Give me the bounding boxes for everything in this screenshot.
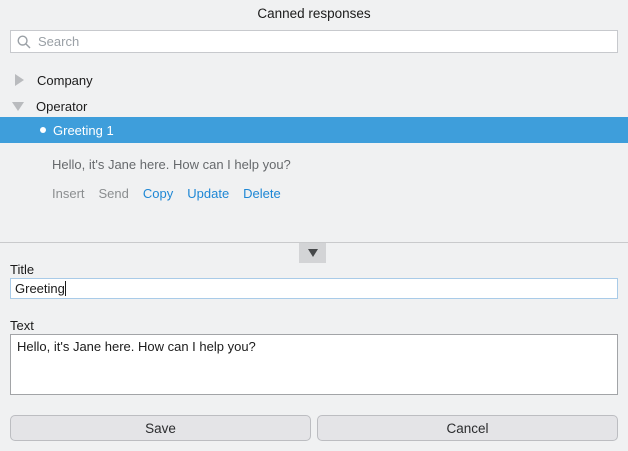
chevron-right-icon[interactable] [15, 74, 24, 86]
title-input[interactable] [10, 278, 618, 299]
canned-response-preview: Hello, it's Jane here. How can I help yo… [52, 157, 291, 172]
bullet-icon [40, 127, 46, 133]
send-button[interactable]: Send [99, 186, 129, 201]
delete-button[interactable]: Delete [243, 186, 281, 201]
search-input[interactable] [38, 34, 611, 49]
tree-group-label: Operator [36, 99, 87, 114]
search-icon [17, 35, 31, 49]
text-textarea[interactable]: Hello, it's Jane here. How can I help yo… [10, 334, 618, 395]
action-links-row: Insert Send Copy Update Delete [52, 186, 281, 201]
page-title: Canned responses [0, 6, 628, 21]
triangle-down-icon [308, 249, 318, 257]
tree-item-greeting-selected[interactable]: Greeting 1 [0, 117, 628, 143]
save-button[interactable]: Save [10, 415, 311, 441]
title-field-label: Title [10, 262, 34, 277]
update-button[interactable]: Update [187, 186, 229, 201]
text-field-label: Text [10, 318, 34, 333]
chevron-down-icon[interactable] [12, 102, 24, 111]
tree-group-operator[interactable]: Operator [0, 94, 628, 118]
tree-group-label: Company [37, 73, 93, 88]
copy-button[interactable]: Copy [143, 186, 173, 201]
cancel-button[interactable]: Cancel [317, 415, 618, 441]
tree-item-label: Greeting 1 [53, 123, 114, 138]
search-box[interactable] [10, 30, 618, 53]
collapse-editor-button[interactable] [299, 243, 326, 263]
insert-button[interactable]: Insert [52, 186, 85, 201]
text-cursor [65, 281, 66, 296]
tree-group-company[interactable]: Company [0, 68, 628, 92]
